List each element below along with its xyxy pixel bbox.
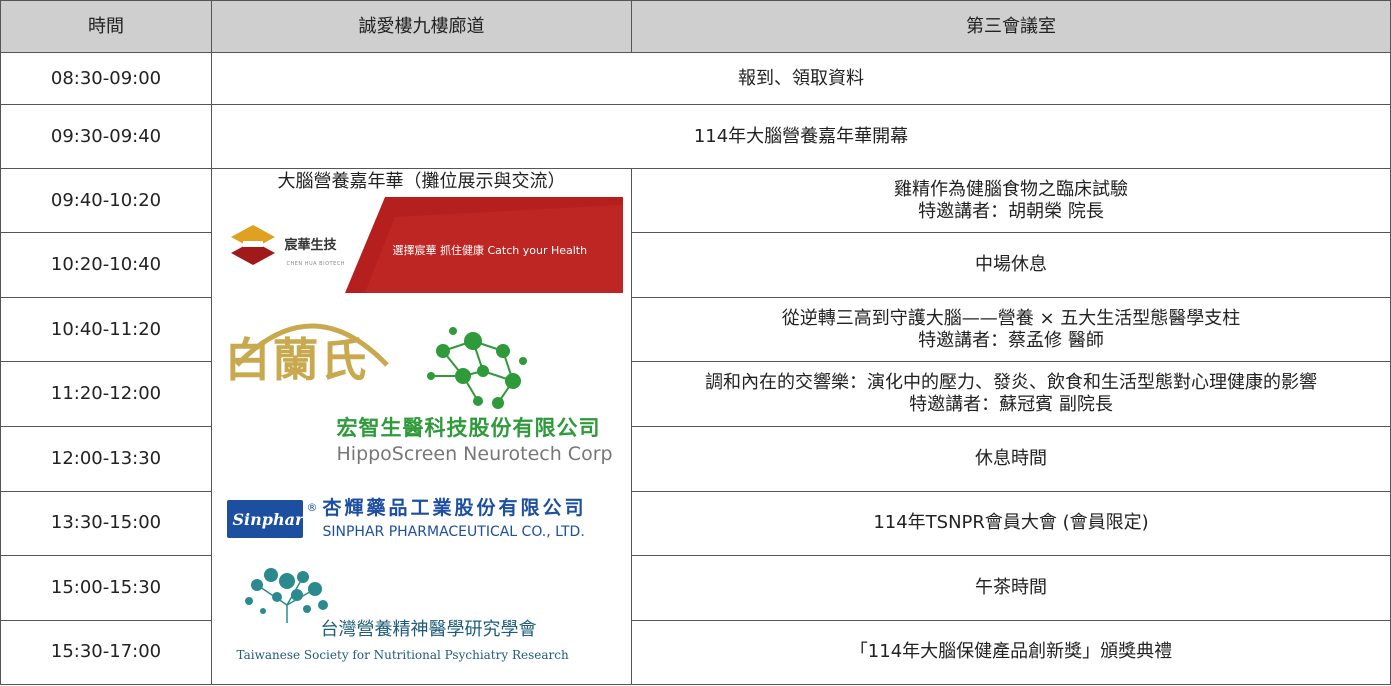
chenhua-sub: CHEN HUA BIOTECH [286,261,345,267]
table-row: 12:00-13:30 休息時間 [0,426,1391,492]
header-room: 第三會議室 [631,0,1391,53]
table-row: 08:30-09:00 報到、領取資料 [0,52,1391,105]
time-cell: 10:20-10:40 [0,232,212,299]
table-row: 10:20-10:40 中場休息 [0,232,1391,299]
header-corridor: 誠愛樓九樓廊道 [211,0,632,53]
header-row: 時間 誠愛樓九樓廊道 第三會議室 [0,0,1391,53]
talk-title: 調和內在的交響樂：演化中的壓力、發炎、飲食和生活型態對心理健康的影響 [705,372,1317,394]
talk-title: 雞精作為健腦食物之臨床試驗 [894,178,1128,200]
hippo-network-icon [426,327,527,409]
table-row: 09:30-09:40 114年大腦營養嘉年華開幕 [0,104,1391,169]
event-cell: 報到、領取資料 [211,52,1391,105]
time-cell: 08:30-09:00 [0,52,212,105]
table-row: 13:30-15:00 114年TSNPR會員大會 (會員限定) [0,490,1391,556]
talk-cell: 從逆轉三高到守護大腦——營養 × 五大生活型態醫學支柱 特邀講者：蔡孟修 醫師 [631,297,1391,363]
talk-speaker: 特邀講者：蘇冠賓 副院長 [909,394,1113,416]
talk-cell: 114年TSNPR會員大會 (會員限定) [631,490,1391,556]
table-row: 11:20-12:00 調和內在的交響樂：演化中的壓力、發炎、飲食和生活型態對心… [0,361,1391,428]
talk-speaker: 特邀講者：蔡孟修 醫師 [918,329,1104,351]
talk-cell: 中場休息 [631,232,1391,299]
table-row: 10:40-11:20 從逆轉三高到守護大腦——營養 × 五大生活型態醫學支柱 … [0,297,1391,363]
table-row: 09:40-10:20 大腦營養嘉年華（攤位展示與交流） 宸華生技 CHEN H… [0,167,1391,685]
hippo-name-cn: 宏智生醫科技股份有限公司 [336,416,601,440]
header-time: 時間 [0,0,212,53]
talk-cell: 雞精作為健腦食物之臨床試驗 特邀講者：胡朝榮 院長 [631,167,1391,234]
sponsor-panel: 大腦營養嘉年華（攤位展示與交流） 宸華生技 CHEN HUA BIOTECH 選… [211,168,632,685]
time-cell: 12:00-13:30 [0,426,212,492]
sinphar-name-cn: 杏輝藥品工業股份有限公司 [322,497,587,519]
schedule-table: 時間 誠愛樓九樓廊道 第三會議室 08:30-09:00 報到、領取資料 09:… [0,0,1391,686]
talk-cell: 調和內在的交響樂：演化中的壓力、發炎、飲食和生活型態對心理健康的影響 特邀講者：… [631,361,1391,428]
time-cell: 09:40-10:20 [0,167,212,234]
chenhua-banner: 宸華生技 CHEN HUA BIOTECH 選擇宸華 抓住健康 Catch yo… [224,197,623,293]
sinphar-name-en: SINPHAR PHARMACEUTICAL CO., LTD. [322,524,585,540]
chenhua-slogan: 選擇宸華 抓住健康 Catch your Health [392,244,588,257]
sinphar-registered-mark: ® [306,501,318,514]
sponsor-title: 大腦營養嘉年華（攤位展示與交流） [277,171,566,192]
sinphar-logo: Sinphar [226,500,304,538]
pailan-logo: 白蘭氏 [224,333,369,387]
table-row: 15:00-15:30 午茶時間 [0,554,1391,621]
talk-cell: 「114年大腦保健產品創新獎」頒獎典禮 [631,619,1391,686]
time-cell: 15:30-17:00 [0,619,212,686]
talk-cell: 休息時間 [631,426,1391,492]
tsnpr-tree-icon [244,568,328,623]
time-cell: 09:30-09:40 [0,104,212,169]
tsnpr-name-en: Taiwanese Society for Nutritional Psychi… [236,648,569,662]
time-cell: 10:40-11:20 [0,297,212,363]
event-cell: 114年大腦營養嘉年華開幕 [211,104,1391,169]
time-cell: 15:00-15:30 [0,554,212,621]
tsnpr-name-cn: 台灣營養精神醫學研究學會 [320,619,537,640]
table-row: 15:30-17:00 「114年大腦保健產品創新獎」頒獎典禮 [0,619,1391,686]
time-cell: 11:20-12:00 [0,361,212,428]
talk-cell: 午茶時間 [631,554,1391,621]
time-cell: 13:30-15:00 [0,490,212,556]
sinphar-logo-text: Sinphar [232,510,304,529]
hippo-name-en: HippoScreen Neurotech Corp [336,443,613,465]
talk-title: 從逆轉三高到守護大腦——營養 × 五大生活型態醫學支柱 [781,307,1241,329]
talk-speaker: 特邀講者：胡朝榮 院長 [918,200,1104,222]
chenhua-logo-icon [230,225,275,265]
